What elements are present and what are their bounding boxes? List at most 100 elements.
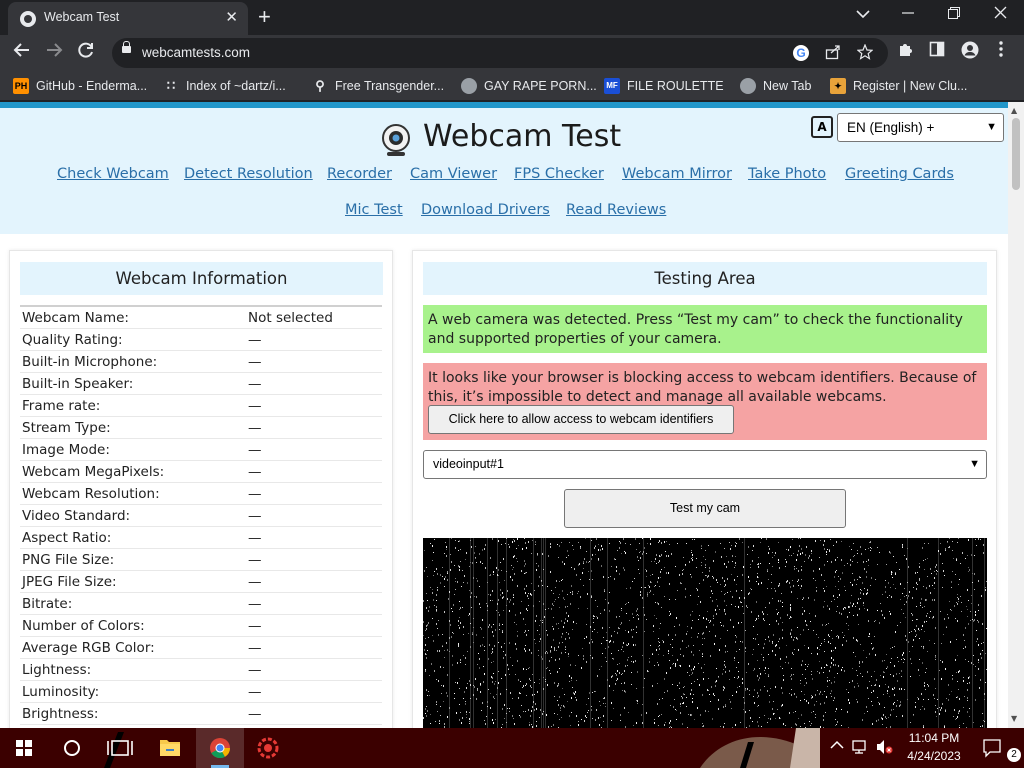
nav-mic-test[interactable]: Mic Test <box>345 202 403 218</box>
side-panel-icon[interactable] <box>929 41 945 62</box>
video-static-noise <box>423 538 987 728</box>
forward-arrow-icon[interactable] <box>45 41 63 64</box>
chrome-menu-icon[interactable] <box>999 41 1003 62</box>
close-tab-icon[interactable]: ✕ <box>225 8 238 26</box>
info-label: Built-in Microphone: <box>22 354 158 370</box>
nav-read-reviews[interactable]: Read Reviews <box>566 202 666 218</box>
task-view-icon[interactable] <box>96 728 144 768</box>
chrome-taskbar-icon[interactable] <box>196 728 244 768</box>
info-row: PNG File Size: — <box>20 549 382 571</box>
nav-detect-resolution[interactable]: Detect Resolution <box>184 166 313 182</box>
browser-toolbar: webcamtests.com G <box>0 35 1024 71</box>
tab-search-icon[interactable] <box>856 4 870 23</box>
show-hidden-icons-chevron-icon[interactable] <box>830 739 844 753</box>
info-value: — <box>248 464 262 480</box>
language-select-value: EN (English) + <box>847 120 935 135</box>
notification-center-icon[interactable] <box>982 738 1004 761</box>
profile-avatar-icon[interactable] <box>961 41 979 64</box>
search-circle-icon[interactable] <box>48 728 96 768</box>
nav-cam-viewer[interactable]: Cam Viewer <box>410 166 497 182</box>
bookmark-star-icon[interactable] <box>856 43 874 64</box>
webcam-device-select[interactable]: videoinput#1 ▼ <box>423 450 987 479</box>
directory-listing-icon: ∷ <box>166 78 176 93</box>
address-bar[interactable]: webcamtests.com G <box>112 38 888 68</box>
nav-greeting-cards[interactable]: Greeting Cards <box>845 166 954 182</box>
app-red-gear-icon[interactable] <box>244 728 292 768</box>
bookmark-index-dartz[interactable]: ∷ Index of ~dartz/i... <box>163 77 286 95</box>
tab-title: Webcam Test <box>44 10 120 24</box>
info-label: Webcam Resolution: <box>22 486 160 502</box>
volume-muted-icon[interactable] <box>876 739 894 758</box>
info-label: Lightness: <box>22 662 92 678</box>
bookmark-register[interactable]: ✦ Register | New Clu... <box>830 77 967 95</box>
info-value: — <box>248 530 262 546</box>
nav-recorder[interactable]: Recorder <box>327 166 392 182</box>
scroll-down-arrow-icon[interactable]: ▼ <box>1011 714 1017 723</box>
back-arrow-icon[interactable] <box>13 41 31 64</box>
webcam-info-heading: Webcam Information <box>20 262 383 295</box>
restore-window-icon[interactable] <box>948 4 960 23</box>
info-row: Frame rate: — <box>20 395 382 417</box>
nav-download-drivers[interactable]: Download Drivers <box>421 202 550 218</box>
google-lens-icon[interactable]: G <box>793 45 809 61</box>
testing-area-heading: Testing Area <box>423 262 987 295</box>
info-label: Webcam Name: <box>22 310 129 326</box>
info-label: Bitrate: <box>22 596 73 612</box>
reload-icon[interactable] <box>77 41 95 64</box>
minimize-window-icon[interactable] <box>902 4 914 23</box>
info-row: Luminosity: — <box>20 681 382 703</box>
info-label: Built-in Speaker: <box>22 376 134 392</box>
info-value: — <box>248 552 262 568</box>
bookmark-new-tab[interactable]: New Tab <box>740 77 811 95</box>
tab-strip: Webcam Test ✕ + <box>0 0 1024 35</box>
info-label: Stream Type: <box>22 420 111 436</box>
nav-check-webcam[interactable]: Check Webcam <box>57 166 169 182</box>
share-icon[interactable] <box>825 44 841 64</box>
bookmark-label: GAY RAPE PORN... <box>484 79 597 93</box>
new-tab-button[interactable]: + <box>258 4 271 30</box>
globe-icon <box>740 78 756 94</box>
site-favicon-icon: ✦ <box>830 78 846 94</box>
site-title[interactable]: Webcam Test <box>423 119 621 154</box>
page-scrollbar[interactable]: ▲ ▼ <box>1008 102 1024 728</box>
info-row: Bitrate: — <box>20 593 382 615</box>
nav-webcam-mirror[interactable]: Webcam Mirror <box>622 166 732 182</box>
nav-fps-checker[interactable]: FPS Checker <box>514 166 604 182</box>
nav-take-photo[interactable]: Take Photo <box>748 166 826 182</box>
scroll-up-arrow-icon[interactable]: ▲ <box>1011 106 1017 115</box>
test-my-cam-button[interactable]: Test my cam <box>564 489 846 528</box>
language-select[interactable]: EN (English) + ▼ <box>837 113 1004 142</box>
bookmark-label: New Tab <box>763 79 812 93</box>
info-row: Average RGB Color: — <box>20 637 382 659</box>
close-window-icon[interactable] <box>994 4 1007 23</box>
bookmarks-bar: PH GitHub - Enderma... ∷ Index of ~dartz… <box>0 71 1024 101</box>
start-windows-icon[interactable] <box>0 728 48 768</box>
info-row: Number of Colors: — <box>20 615 382 637</box>
lock-icon[interactable] <box>122 41 131 53</box>
webcam-video-preview[interactable] <box>423 538 987 728</box>
info-value: — <box>248 706 262 722</box>
mf-logo-icon: MF <box>604 78 620 94</box>
clock-date[interactable]: 4/24/2023 <box>900 749 968 763</box>
clock-time[interactable]: 11:04 PM <box>900 731 968 745</box>
info-label: Quality Rating: <box>22 332 123 348</box>
info-row: Brightness: — <box>20 703 382 725</box>
info-row: Quality Rating: — <box>20 329 382 351</box>
info-label: Luminosity: <box>22 684 100 700</box>
bookmark-github[interactable]: PH GitHub - Enderma... <box>13 77 147 95</box>
tab-webcam-test[interactable]: Webcam Test ✕ <box>8 2 248 35</box>
device-select-value: videoinput#1 <box>433 457 504 471</box>
bookmark-file-roulette[interactable]: MF FILE ROULETTE <box>604 77 724 95</box>
scrollbar-thumb[interactable] <box>1012 118 1020 190</box>
info-value: — <box>248 596 262 612</box>
allow-identifiers-button[interactable]: Click here to allow access to webcam ide… <box>428 405 734 434</box>
info-value: — <box>248 508 262 524</box>
network-icon[interactable] <box>852 739 870 758</box>
file-explorer-folder-icon[interactable] <box>146 728 194 768</box>
bookmark-gay-rape-porn[interactable]: GAY RAPE PORN... <box>461 77 597 95</box>
url-text[interactable]: webcamtests.com <box>142 45 250 60</box>
pornhub-logo-icon: PH <box>13 78 29 94</box>
info-label: Frame rate: <box>22 398 101 414</box>
bookmark-free-transgender[interactable]: ⚲ Free Transgender... <box>312 77 444 95</box>
extensions-puzzle-icon[interactable] <box>897 41 914 63</box>
